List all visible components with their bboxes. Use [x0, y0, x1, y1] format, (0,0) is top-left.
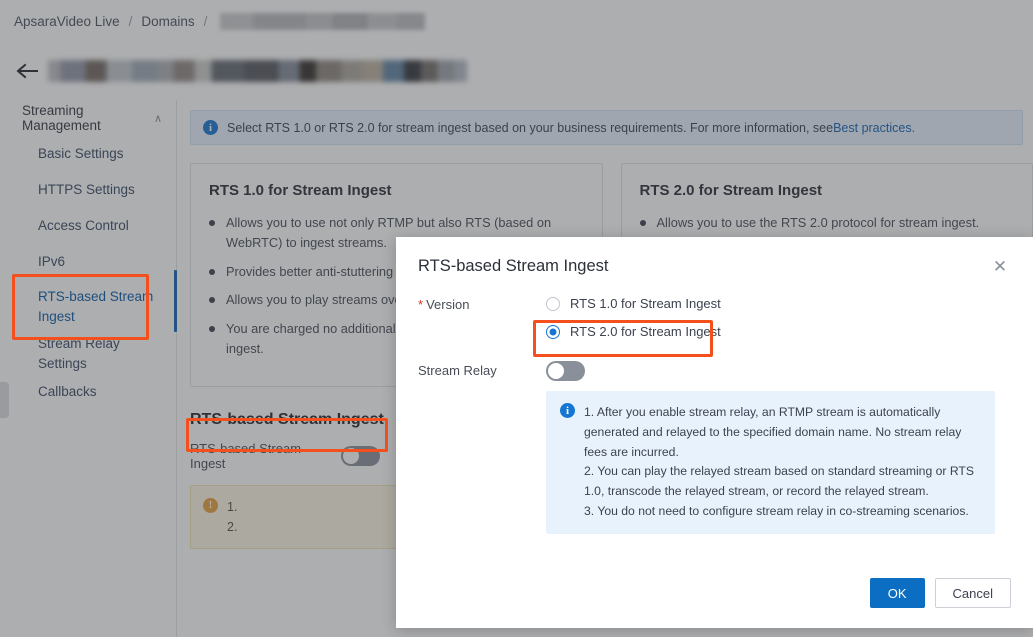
info-line: 1. After you enable stream relay, an RTM…: [584, 405, 962, 459]
radio-indicator: [546, 296, 560, 311]
radio-indicator: [546, 324, 560, 339]
close-icon[interactable]: ✕: [989, 255, 1011, 277]
stream-relay-info-box: i 1. After you enable stream relay, an R…: [546, 391, 995, 534]
info-line: 2. You can play the relayed stream based…: [584, 464, 975, 499]
ok-button[interactable]: OK: [869, 578, 925, 608]
radio-label: RTS 2.0 for Stream Ingest: [570, 324, 721, 339]
radio-rts-2-0[interactable]: RTS 2.0 for Stream Ingest: [546, 324, 721, 339]
dialog-body: * Version RTS 1.0 for Stream Ingest RTS 2…: [396, 283, 1033, 534]
version-radio-group: RTS 1.0 for Stream Ingest RTS 2.0 for St…: [546, 295, 721, 339]
app-root: ApsaraVideo Live / Domains / Streaming M…: [0, 0, 1033, 637]
version-label: * Version: [418, 295, 546, 339]
stream-relay-info-text: 1. After you enable stream relay, an RTM…: [584, 403, 981, 522]
info-icon: i: [560, 403, 575, 418]
toggle-knob: [548, 363, 564, 379]
cancel-button[interactable]: Cancel: [934, 578, 1011, 608]
version-label-text: Version: [426, 297, 470, 312]
dialog-header: RTS-based Stream Ingest ✕: [396, 237, 1033, 283]
dialog-footer: OK Cancel: [396, 578, 1033, 628]
dialog-title: RTS-based Stream Ingest: [418, 256, 609, 275]
rts-stream-ingest-dialog: RTS-based Stream Ingest ✕ * Version RTS 1…: [396, 237, 1033, 628]
required-mark: *: [418, 297, 424, 312]
version-form-row: * Version RTS 1.0 for Stream Ingest RTS 2…: [418, 295, 1011, 339]
radio-label: RTS 1.0 for Stream Ingest: [570, 296, 721, 311]
radio-rts-1-0[interactable]: RTS 1.0 for Stream Ingest: [546, 296, 721, 311]
stream-relay-toggle[interactable]: [546, 361, 585, 381]
stream-relay-form-row: Stream Relay: [418, 361, 1011, 381]
stream-relay-label: Stream Relay: [418, 363, 497, 378]
info-line: 3. You do not need to configure stream r…: [584, 503, 969, 518]
